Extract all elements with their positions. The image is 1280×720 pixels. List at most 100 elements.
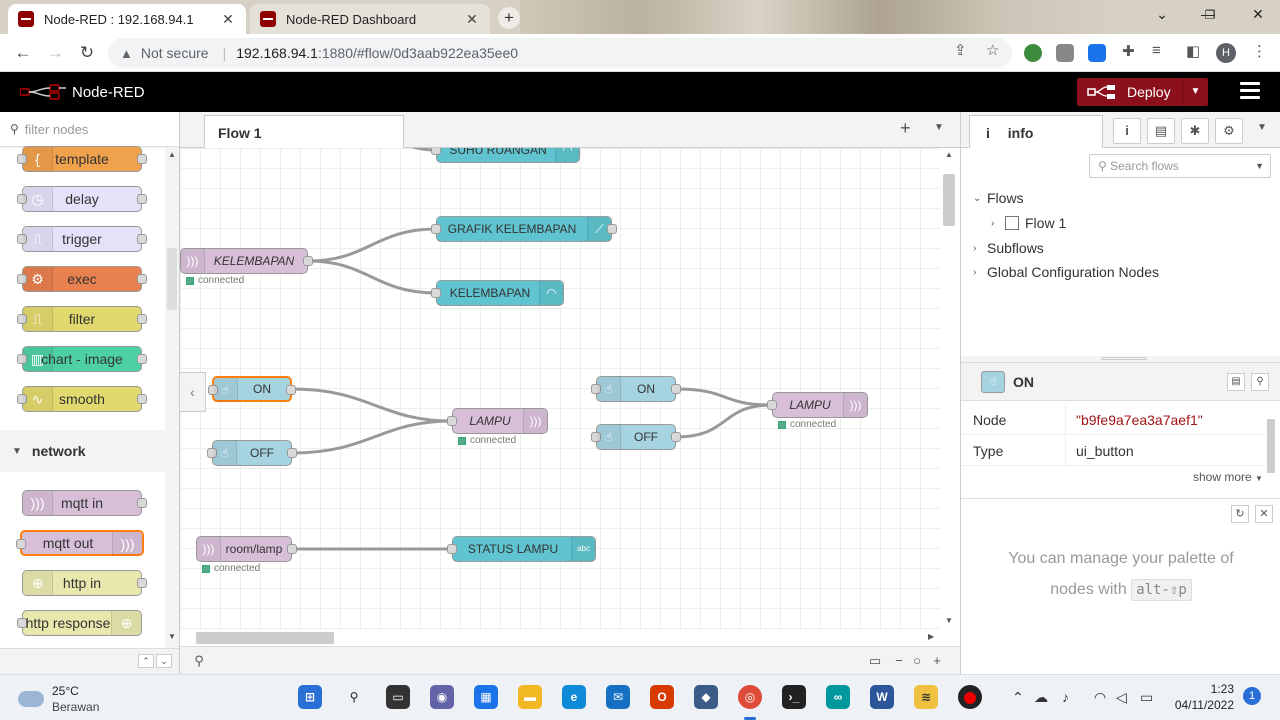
flow-list-dropdown-icon[interactable]: ▼ (934, 122, 944, 133)
edge-browser-icon[interactable]: e (562, 685, 586, 709)
warning-icon[interactable]: ▲ (120, 46, 133, 61)
extension-globe-icon[interactable] (1024, 44, 1042, 62)
zoom-out-icon[interactable]: − (890, 652, 908, 670)
expand-all-icon[interactable]: ⌄ (156, 654, 172, 668)
tree-item-flow-1[interactable]: › Flow 1 (991, 215, 1066, 231)
palette-node-template[interactable]: { template (17, 146, 147, 172)
debug-bug-icon[interactable]: ✱ (1181, 118, 1209, 144)
sidebar-tabs-dropdown-icon[interactable]: ▼ (1257, 122, 1267, 133)
canvas-hscroll-thumb[interactable] (196, 632, 334, 644)
search-options-dropdown-icon[interactable]: ▼ (1255, 155, 1264, 177)
palette-scroll-thumb[interactable] (167, 248, 177, 310)
palette-filter-input[interactable]: ⚲ filter nodes (0, 112, 179, 147)
browser-menu-icon[interactable]: ⋮ (1252, 42, 1267, 60)
palette-node-http-in[interactable]: ⊕ http in (22, 570, 147, 596)
notification-badge[interactable]: 1 (1243, 687, 1261, 705)
word-icon[interactable]: W (870, 685, 894, 709)
new-tab-button[interactable]: + (498, 7, 520, 29)
scroll-right-icon[interactable]: ▶ (928, 632, 934, 641)
flow-node-kelembapan-mqtt-in[interactable]: ))) KELEMBAPAN (180, 248, 313, 274)
property-value-node-id[interactable]: "b9fe9a7ea3a7aef1" (1065, 405, 1265, 435)
tab-flow-1[interactable]: Flow 1 (204, 115, 404, 149)
show-more-link[interactable]: show more ▼ (1193, 470, 1263, 484)
record-icon[interactable] (958, 685, 982, 709)
palette-node-chart-image[interactable]: ▥ chart - image (17, 346, 147, 372)
scroll-down-icon[interactable]: ▼ (945, 616, 953, 625)
back-icon[interactable]: ← (12, 42, 34, 64)
file-explorer-icon[interactable]: ▬ (518, 685, 542, 709)
flow-node-kelembapan-gauge[interactable]: KELEMBAPAN ◠ (431, 280, 564, 306)
profile-avatar[interactable]: H (1216, 43, 1236, 63)
onedrive-cloud-icon[interactable]: ☁ (1034, 689, 1048, 706)
close-help-icon[interactable]: ✕ (1255, 505, 1273, 523)
office-icon[interactable]: O (650, 685, 674, 709)
canvas-horizontal-scrollbar[interactable]: ▶ (180, 630, 940, 646)
volume-icon[interactable]: ◁ (1116, 689, 1127, 706)
zoom-in-icon[interactable]: + (928, 652, 946, 670)
canvas-vscroll-thumb[interactable] (943, 174, 955, 226)
maximize-icon[interactable]: ❐ (1200, 8, 1220, 22)
palette-scrollbar[interactable]: ▲ ▼ (165, 148, 179, 642)
calendar-icon[interactable]: ▦ (474, 685, 498, 709)
task-view-icon[interactable]: ▭ (386, 685, 410, 709)
scroll-down-icon[interactable]: ▼ (168, 632, 176, 641)
microphone-icon[interactable]: ♪ (1062, 689, 1069, 705)
arduino-icon[interactable]: ∞ (826, 685, 850, 709)
search-flow-icon[interactable]: ⚲ (190, 652, 208, 670)
terminal-icon[interactable]: ›_ (782, 685, 806, 709)
scroll-up-icon[interactable]: ▲ (945, 150, 953, 159)
collapse-palette-icon[interactable]: ‹ (180, 372, 206, 412)
config-gear-icon[interactable]: ⚙ (1215, 118, 1243, 144)
system-clock[interactable]: 1:23 04/11/2022 (1174, 681, 1234, 713)
palette-node-filter[interactable]: ⎍ filter (17, 306, 147, 332)
splitter-grip[interactable] (1101, 357, 1147, 360)
flow-node-grafik-kelembapan[interactable]: GRAFIK KELEMBAPAN ⟋ (431, 216, 617, 242)
tray-chevron-up-icon[interactable]: ⌃ (1012, 689, 1024, 706)
close-tab-icon[interactable]: ✕ (464, 11, 480, 28)
wifi-icon[interactable]: ◠ (1094, 689, 1106, 706)
node-help-book-icon[interactable]: ▤ (1227, 373, 1245, 391)
refresh-icon[interactable]: ↻ (1231, 505, 1249, 523)
close-tab-icon[interactable]: ✕ (220, 11, 236, 28)
collapse-all-icon[interactable]: ⌃ (138, 654, 154, 668)
palette-node-http-response[interactable]: http response ⊕ (17, 610, 142, 636)
flow-canvas[interactable]: SUHU RUANGAN ◠ ))) KELEMBAPAN connected … (180, 148, 940, 630)
flow-node-on-button-1[interactable]: ☝ ON (208, 376, 296, 402)
zoom-reset-icon[interactable]: ○ (908, 652, 926, 670)
close-window-icon[interactable]: ✕ (1248, 6, 1268, 23)
tree-item-subflows[interactable]: › Subflows (973, 240, 1044, 256)
deploy-button[interactable]: Deploy ▼ (1077, 78, 1208, 106)
python-icon[interactable]: ≋ (914, 685, 938, 709)
add-flow-icon[interactable]: + (900, 118, 911, 139)
palette-node-trigger[interactable]: ⎍ trigger (17, 226, 147, 252)
help-book-icon[interactable]: ▤ (1147, 118, 1175, 144)
flow-node-on-button-2[interactable]: ☝ ON (591, 376, 681, 402)
reload-icon[interactable]: ↻ (76, 42, 98, 64)
properties-scroll-thumb[interactable] (1267, 419, 1275, 473)
palette-node-delay[interactable]: ◷ delay (17, 186, 147, 212)
minimize-icon[interactable]: ⌄ (1152, 6, 1172, 23)
flow-node-lampu-mqtt-out-1[interactable]: LAMPU ))) (447, 408, 548, 434)
node-search-icon[interactable]: ⚲ (1251, 373, 1269, 391)
tree-item-flows[interactable]: ⌄ Flows (973, 190, 1024, 206)
palette-node-exec[interactable]: ⚙ exec (17, 266, 147, 292)
weather-widget[interactable]: 25°C Berawan (18, 683, 99, 715)
search-flows-input[interactable]: ⚲ Search flows ▼ (1089, 154, 1271, 178)
security-label[interactable]: Not secure (141, 45, 209, 61)
navigator-map-icon[interactable]: ▭ (866, 652, 884, 670)
flow-node-status-lampu[interactable]: STATUS LAMPU abc (447, 536, 596, 562)
extension-camera-icon[interactable] (1056, 44, 1074, 62)
palette-node-mqtt-in[interactable]: ))) mqtt in (22, 490, 147, 516)
main-menu-icon[interactable] (1240, 82, 1260, 100)
extensions-puzzle-icon[interactable]: ✚ (1122, 42, 1135, 60)
windows-start-icon[interactable]: ⊞ (298, 685, 322, 709)
flow-node-off-button-2[interactable]: ☝ OFF (591, 424, 681, 450)
flow-node-lampu-mqtt-out-2[interactable]: LAMPU ))) (767, 392, 868, 418)
virtualbox-icon[interactable]: ◆ (694, 685, 718, 709)
palette-node-mqtt-out[interactable]: mqtt out ))) (16, 530, 144, 556)
chat-icon[interactable]: ◉ (430, 685, 454, 709)
palette-category-network[interactable]: ▼ network (0, 430, 165, 472)
properties-scrollbar[interactable] (1265, 407, 1277, 491)
mail-icon[interactable]: ✉ (606, 685, 630, 709)
share-icon[interactable]: ⇪ (954, 41, 967, 59)
